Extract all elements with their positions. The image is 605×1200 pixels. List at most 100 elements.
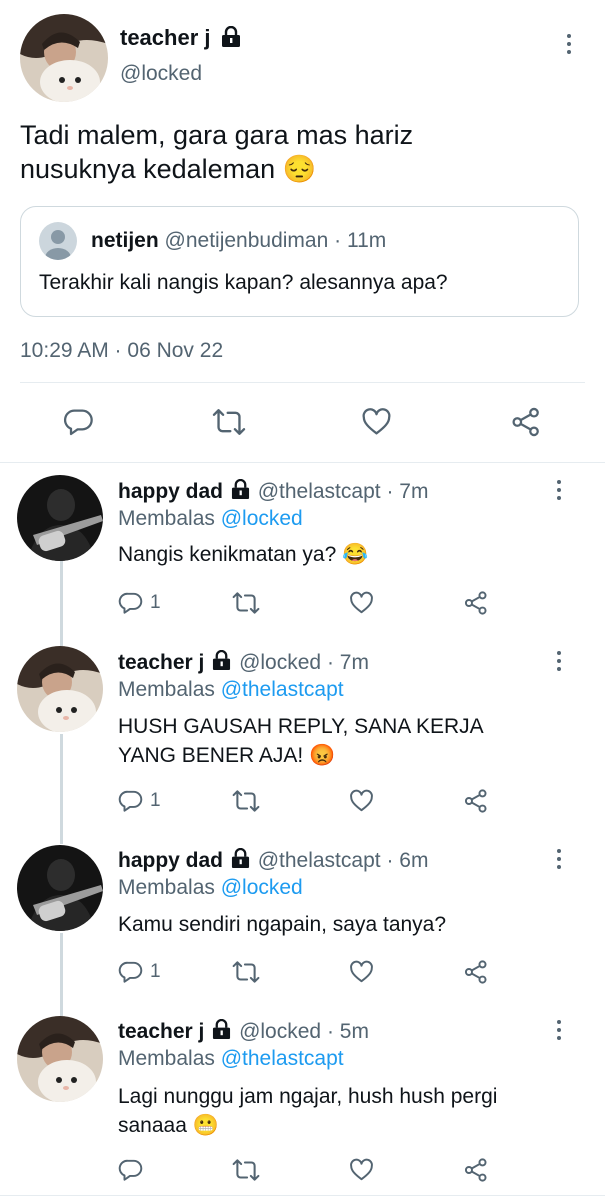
- retweet-button[interactable]: [232, 590, 260, 616]
- lock-icon: [221, 26, 241, 48]
- replying-to: Membalas @thelastcapt: [118, 677, 344, 703]
- share-button[interactable]: [509, 406, 543, 438]
- reply-count: 1: [150, 790, 161, 811]
- replying-to: Membalas @thelastcapt: [118, 1046, 344, 1072]
- lock-icon: [212, 650, 231, 671]
- tweet-text: Nangis kenikmatan ya?: [118, 543, 337, 566]
- replying-to-link[interactable]: @locked: [221, 876, 303, 899]
- thread-line: [60, 549, 63, 647]
- reply-button[interactable]: 1: [118, 959, 161, 985]
- reply-avatar[interactable]: [17, 475, 103, 561]
- retweet-button[interactable]: [232, 788, 260, 814]
- quoted-time: · 11m: [334, 229, 387, 252]
- reply-header: teacher j @locked · 7m: [118, 650, 369, 676]
- reply-display-name[interactable]: teacher j: [118, 1020, 204, 1043]
- reply-avatar[interactable]: [17, 1016, 103, 1102]
- replying-to: Membalas @locked: [118, 506, 303, 532]
- speech-bubble-icon: [118, 592, 143, 614]
- retweet-button[interactable]: [212, 406, 246, 438]
- reply-avatar[interactable]: [17, 646, 103, 732]
- reply-count: 1: [150, 592, 161, 613]
- replying-label: Membalas: [118, 1047, 215, 1070]
- like-button[interactable]: [348, 788, 375, 814]
- like-button[interactable]: [360, 406, 393, 438]
- reply-handle[interactable]: @locked: [239, 1020, 321, 1043]
- tweet-text-line: Lagi nunggu jam ngajar, hush hush pergi: [118, 1085, 498, 1108]
- share-button[interactable]: [462, 959, 490, 985]
- replying-to-link[interactable]: @thelastcapt: [221, 1047, 344, 1070]
- replying-to-link[interactable]: @locked: [221, 507, 303, 530]
- tweet-text-line: HUSH GAUSAH REPLY, SANA KERJA: [118, 715, 484, 738]
- display-name-text[interactable]: teacher j: [120, 25, 211, 50]
- share-icon: [464, 1158, 487, 1182]
- angry-emoji: 😡: [309, 744, 336, 767]
- replying-label: Membalas: [118, 876, 215, 899]
- retweet-icon: [232, 592, 260, 614]
- heart-icon: [350, 960, 373, 983]
- more-vertical-icon[interactable]: [554, 651, 564, 671]
- speech-bubble-icon: [118, 961, 143, 983]
- more-vertical-icon[interactable]: [564, 34, 574, 54]
- quoted-avatar: [39, 222, 77, 260]
- retweet-button[interactable]: [232, 1157, 260, 1183]
- share-button[interactable]: [462, 590, 490, 616]
- main-tweet-timestamp[interactable]: 10:29 AM · 06 Nov 22: [20, 338, 223, 364]
- like-button[interactable]: [348, 590, 375, 616]
- speech-bubble-icon: [63, 409, 93, 436]
- main-tweet-handle[interactable]: @locked: [120, 60, 202, 88]
- reply-display-name[interactable]: happy dad: [118, 849, 223, 872]
- retweet-icon: [232, 961, 260, 983]
- main-tweet-avatar[interactable]: [20, 14, 108, 102]
- reply-text: HUSH GAUSAH REPLY, SANA KERJA YANG BENER…: [118, 712, 484, 770]
- reply-handle[interactable]: @thelastcapt: [258, 849, 381, 872]
- heart-icon: [350, 789, 373, 812]
- retweet-icon: [212, 409, 246, 435]
- reply-time: · 7m: [326, 651, 369, 674]
- more-vertical-icon[interactable]: [554, 1020, 564, 1040]
- quoted-tweet-card[interactable]: netijen @netijenbudiman · 11m Terakhir k…: [20, 206, 579, 317]
- speech-bubble-icon: [118, 790, 143, 812]
- reply-button[interactable]: 1: [118, 590, 161, 616]
- like-button[interactable]: [348, 959, 375, 985]
- share-icon: [464, 789, 487, 813]
- reply-header: happy dad @thelastcapt · 6m: [118, 848, 428, 874]
- replying-label: Membalas: [118, 507, 215, 530]
- retweet-button[interactable]: [232, 959, 260, 985]
- quoted-text: Terakhir kali nangis kapan? alesannya ap…: [39, 271, 448, 294]
- grimacing-emoji: 😬: [192, 1114, 219, 1137]
- share-icon: [464, 591, 487, 615]
- speech-bubble-icon: [118, 1159, 143, 1181]
- share-button[interactable]: [462, 1157, 490, 1183]
- reply-button[interactable]: [118, 1157, 144, 1183]
- replying-label: Membalas: [118, 678, 215, 701]
- reply-time: · 7m: [386, 480, 429, 503]
- heart-icon: [350, 591, 373, 614]
- quoted-display-name: netijen: [91, 229, 159, 252]
- tweet-text: Tadi malem, gara gara mas hariz nusuknya…: [20, 120, 414, 184]
- reply-button[interactable]: [63, 406, 95, 438]
- thread-line: [60, 734, 63, 844]
- reply-display-name[interactable]: happy dad: [118, 480, 223, 503]
- lock-icon: [231, 848, 250, 869]
- retweet-icon: [232, 1159, 260, 1181]
- more-vertical-icon[interactable]: [554, 480, 564, 500]
- main-tweet-display-name[interactable]: teacher j: [120, 24, 211, 52]
- reply-avatar[interactable]: [17, 845, 103, 931]
- thread-line: [60, 933, 63, 1017]
- main-tweet-text: Tadi malem, gara gara mas hariz nusuknya…: [20, 118, 490, 186]
- reply-display-name[interactable]: teacher j: [118, 651, 204, 674]
- reply-handle[interactable]: @thelastcapt: [258, 480, 381, 503]
- pensive-emoji: 😔: [282, 154, 317, 184]
- reply-text: Kamu sendiri ngapain, saya tanya?: [118, 913, 447, 936]
- more-vertical-icon[interactable]: [554, 849, 564, 869]
- like-button[interactable]: [348, 1157, 375, 1183]
- reply-header: teacher j @locked · 5m: [118, 1019, 369, 1045]
- heart-icon: [350, 1158, 373, 1181]
- share-button[interactable]: [462, 788, 490, 814]
- lock-icon: [212, 1019, 231, 1040]
- heart-icon: [362, 408, 391, 435]
- reply-button[interactable]: 1: [118, 788, 161, 814]
- replying-to-link[interactable]: @thelastcapt: [221, 678, 344, 701]
- lock-icon: [231, 479, 250, 500]
- reply-handle[interactable]: @locked: [239, 651, 321, 674]
